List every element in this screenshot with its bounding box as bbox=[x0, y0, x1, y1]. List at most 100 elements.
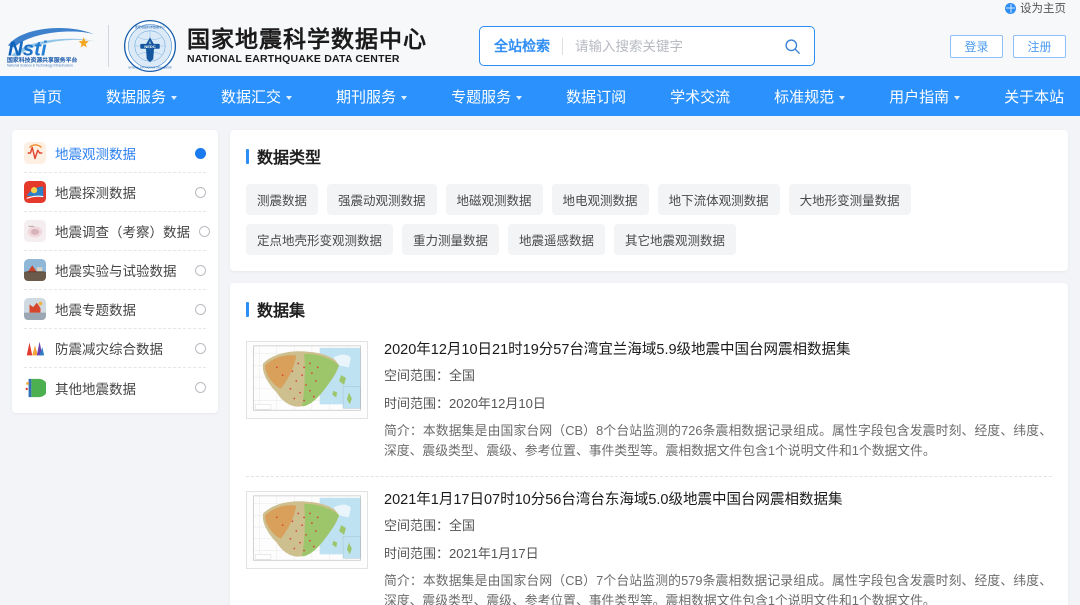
nav-label: 期刊服务 bbox=[336, 86, 396, 107]
nav-item-data-submission[interactable]: 数据汇交 bbox=[199, 76, 314, 116]
dataset-thumbnail[interactable] bbox=[246, 491, 368, 569]
chevron-down-icon bbox=[954, 96, 960, 100]
sidebar-item-label: 防震减灾综合数据 bbox=[55, 338, 163, 358]
data-type-tag[interactable]: 地下流体观测数据 bbox=[658, 184, 780, 215]
nav-item-academic-exchange[interactable]: 学术交流 bbox=[648, 76, 752, 116]
spatial-label: 空间范围： bbox=[384, 368, 449, 383]
search-button[interactable] bbox=[780, 34, 804, 58]
dataset-title-link[interactable]: 2021年1月17日07时10分56台湾台东海域5.0级地震中国台网震相数据集 bbox=[384, 491, 1052, 511]
data-type-tag[interactable]: 重力测量数据 bbox=[402, 224, 499, 255]
dataset-card: 数据集 bbox=[230, 283, 1068, 605]
sidebar-item-disaster-reduction[interactable]: 防震减灾综合数据 bbox=[24, 329, 206, 368]
spatial-value: 全国 bbox=[449, 368, 475, 383]
data-type-title-text: 数据类型 bbox=[257, 144, 321, 168]
summary-value: 本数据集是由国家台网（CB）7个台站监测的579条震相数据记录组成。属性字段包含… bbox=[384, 573, 1052, 605]
experiment-icon bbox=[24, 259, 46, 281]
site-header: Nsti 国家科技资源共享服务平台 National Science & Tec… bbox=[0, 16, 1080, 76]
nav-label: 数据汇交 bbox=[221, 86, 281, 107]
dataset-body: 2020年12月10日21时19分57台湾宜兰海域5.9级地震中国台网震相数据集… bbox=[384, 341, 1052, 462]
data-type-tag[interactable]: 地电观测数据 bbox=[552, 184, 649, 215]
svg-text:国家地震科学数据中心: 国家地震科学数据中心 bbox=[135, 24, 165, 29]
login-button[interactable]: 登录 bbox=[950, 35, 1003, 58]
chevron-down-icon bbox=[839, 96, 845, 100]
other-data-icon bbox=[24, 377, 46, 399]
dataset-thumbnail[interactable] bbox=[246, 341, 368, 419]
temporal-label: 时间范围： bbox=[384, 546, 449, 561]
nav-item-home[interactable]: 首页 bbox=[16, 76, 84, 116]
temporal-value: 2020年12月10日 bbox=[449, 396, 546, 411]
title-accent-bar bbox=[246, 149, 249, 164]
sidebar-item-seismic-survey[interactable]: 地震调查（考察）数据 bbox=[24, 212, 206, 251]
nedc-seal-logo[interactable]: NEDC 国家地震科学数据中心 NATIONAL EARTHQUAKE DATA… bbox=[123, 19, 177, 73]
sidebar-radio[interactable] bbox=[195, 304, 206, 315]
nav-label: 专题服务 bbox=[451, 86, 511, 107]
summary-value: 本数据集是由国家台网（CB）8个台站监测的726条震相数据记录组成。属性字段包含… bbox=[384, 423, 1052, 459]
nsti-platform-logo[interactable]: Nsti 国家科技资源共享服务平台 National Science & Tec… bbox=[6, 24, 98, 68]
category-sidebar: 地震观测数据 地震探测数据 地震调查（考察）数据 bbox=[12, 130, 218, 413]
sidebar-radio[interactable] bbox=[195, 187, 206, 198]
logo-divider bbox=[108, 25, 109, 67]
dataset-title-link[interactable]: 2020年12月10日21时19分57台湾宜兰海域5.9级地震中国台网震相数据集 bbox=[384, 341, 1052, 361]
chevron-down-icon bbox=[286, 96, 292, 100]
sidebar-radio[interactable] bbox=[195, 148, 206, 159]
data-type-title: 数据类型 bbox=[246, 144, 1052, 168]
sidebar-radio[interactable] bbox=[199, 226, 210, 237]
nav-item-user-guide[interactable]: 用户指南 bbox=[867, 76, 982, 116]
sidebar-radio[interactable] bbox=[195, 265, 206, 276]
nav-item-data-subscription[interactable]: 数据订阅 bbox=[544, 76, 648, 116]
sidebar-item-other-data[interactable]: 其他地震数据 bbox=[24, 368, 206, 407]
nav-label: 关于本站 bbox=[1004, 86, 1064, 107]
dataset-temporal-range: 时间范围：2020年12月10日 bbox=[384, 393, 1052, 412]
sidebar-item-label: 其他地震数据 bbox=[55, 378, 136, 398]
nav-item-topic-service[interactable]: 专题服务 bbox=[429, 76, 544, 116]
nav-item-data-service[interactable]: 数据服务 bbox=[84, 76, 199, 116]
sidebar-item-seismic-observation[interactable]: 地震观测数据 bbox=[24, 134, 206, 173]
search-icon bbox=[783, 37, 802, 56]
search-input[interactable] bbox=[575, 39, 780, 54]
data-type-tag[interactable]: 测震数据 bbox=[246, 184, 318, 215]
data-type-tag-list: 测震数据 强震动观测数据 地磁观测数据 地电观测数据 地下流体观测数据 大地形变… bbox=[246, 184, 1052, 255]
topic-icon bbox=[24, 298, 46, 320]
data-type-tag[interactable]: 地磁观测数据 bbox=[446, 184, 543, 215]
set-homepage-link[interactable]: 设为主页 bbox=[1005, 0, 1066, 16]
sidebar-radio[interactable] bbox=[195, 382, 206, 393]
nav-item-standards[interactable]: 标准规范 bbox=[752, 76, 867, 116]
dataset-list-item: 2021年1月17日07时10分56台湾台东海域5.0级地震中国台网震相数据集 … bbox=[246, 477, 1052, 605]
data-type-tag[interactable]: 大地形变测量数据 bbox=[789, 184, 911, 215]
nsti-logo-en-text: National Science & Technology Infrastruc… bbox=[7, 63, 73, 67]
register-button[interactable]: 注册 bbox=[1013, 35, 1066, 58]
dataset-title: 数据集 bbox=[246, 297, 1052, 321]
search-box[interactable]: 全站检索 bbox=[479, 26, 815, 66]
site-title-block: 国家地震科学数据中心 NATIONAL EARTHQUAKE DATA CENT… bbox=[187, 26, 427, 66]
china-map-thumbnail-icon bbox=[247, 492, 367, 568]
data-type-card: 数据类型 测震数据 强震动观测数据 地磁观测数据 地电观测数据 地下流体观测数据… bbox=[230, 130, 1068, 271]
auth-group: 登录 注册 bbox=[950, 35, 1066, 58]
data-type-tag[interactable]: 地震遥感数据 bbox=[508, 224, 605, 255]
sidebar-item-seismic-topic[interactable]: 地震专题数据 bbox=[24, 290, 206, 329]
sidebar-item-seismic-experiment[interactable]: 地震实验与试验数据 bbox=[24, 251, 206, 290]
data-type-tag[interactable]: 其它地震观测数据 bbox=[614, 224, 736, 255]
nav-item-journal-service[interactable]: 期刊服务 bbox=[314, 76, 429, 116]
data-type-tag[interactable]: 定点地壳形变观测数据 bbox=[246, 224, 393, 255]
sidebar-radio[interactable] bbox=[195, 343, 206, 354]
chevron-down-icon bbox=[401, 96, 407, 100]
dataset-title-text: 数据集 bbox=[257, 297, 305, 321]
sidebar-item-label: 地震探测数据 bbox=[55, 182, 136, 202]
main-content: 数据类型 测震数据 强震动观测数据 地磁观测数据 地电观测数据 地下流体观测数据… bbox=[230, 130, 1068, 605]
survey-icon bbox=[24, 220, 46, 242]
disaster-reduction-icon bbox=[24, 337, 46, 359]
dataset-summary: 简介：本数据集是由国家台网（CB）8个台站监测的726条震相数据记录组成。属性字… bbox=[384, 421, 1052, 462]
dataset-temporal-range: 时间范围：2021年1月17日 bbox=[384, 543, 1052, 562]
site-title-cn: 国家地震科学数据中心 bbox=[187, 26, 427, 52]
dataset-spatial-range: 空间范围：全国 bbox=[384, 365, 1052, 384]
nav-item-about[interactable]: 关于本站 bbox=[982, 76, 1080, 116]
sidebar-item-seismic-detection[interactable]: 地震探测数据 bbox=[24, 173, 206, 212]
seismic-wave-icon bbox=[24, 142, 46, 164]
nav-label: 数据订阅 bbox=[566, 86, 626, 107]
summary-label: 简介： bbox=[384, 573, 423, 588]
search-scope-selector[interactable]: 全站检索 bbox=[494, 36, 550, 56]
set-homepage-label: 设为主页 bbox=[1020, 0, 1066, 16]
data-type-tag[interactable]: 强震动观测数据 bbox=[327, 184, 437, 215]
utility-bar: 设为主页 bbox=[0, 0, 1080, 16]
spatial-label: 空间范围： bbox=[384, 518, 449, 533]
